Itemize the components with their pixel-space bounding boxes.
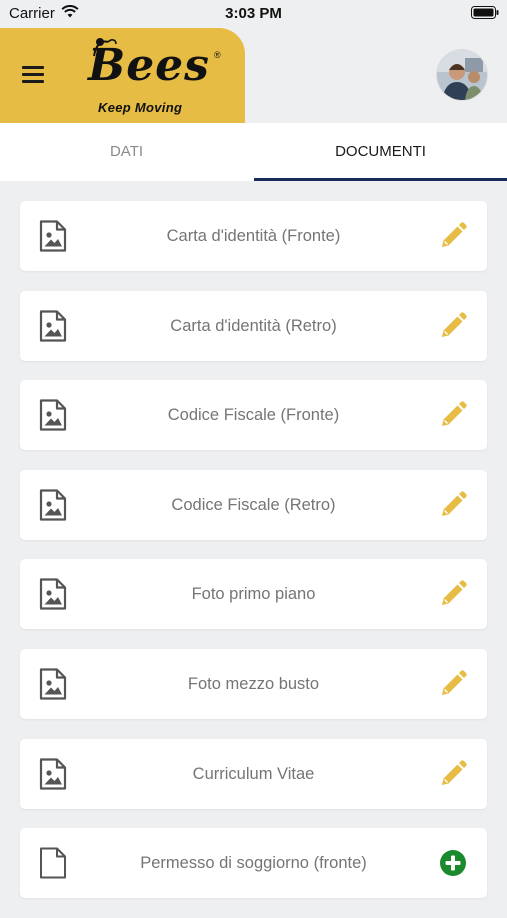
pencil-icon[interactable] <box>439 311 467 340</box>
list-item[interactable]: Permesso di soggiorno (fronte) <box>20 828 487 899</box>
image-file-icon <box>39 578 67 610</box>
pencil-icon[interactable] <box>439 222 467 250</box>
image-file-icon <box>39 489 67 521</box>
list-item[interactable]: Foto mezzo busto <box>20 648 487 719</box>
document-list: Carta d'identità (Fronte) Carta d'identi… <box>20 201 487 918</box>
logo-wordmark: Bees <box>88 40 210 91</box>
image-file-icon <box>39 399 67 431</box>
logo-tagline: Keep Moving <box>98 100 183 115</box>
tab-documenti[interactable]: DOCUMENTI <box>254 123 507 181</box>
list-item[interactable]: Curriculum Vitae <box>20 738 487 809</box>
image-file-icon <box>39 757 67 790</box>
registered-mark: ® <box>214 50 221 60</box>
list-item[interactable]: Codice Fiscale (Fronte) <box>20 380 487 451</box>
list-item[interactable]: Carta d'identità (Fronte) <box>20 201 487 271</box>
image-file-icon <box>39 309 67 342</box>
app-header: Bees ® Keep Moving <box>0 28 507 123</box>
hamburger-menu-icon[interactable] <box>22 66 44 84</box>
pencil-icon[interactable] <box>439 759 467 788</box>
pencil-icon[interactable] <box>439 491 467 519</box>
document-label: Codice Fiscale (Retro) <box>171 495 336 514</box>
image-file-icon <box>39 668 67 700</box>
document-label: Carta d'identità (Retro) <box>170 316 337 335</box>
user-avatar[interactable] <box>437 50 487 100</box>
document-label: Codice Fiscale (Fronte) <box>167 406 340 425</box>
battery-icon <box>471 6 499 23</box>
tab-bar: DATI DOCUMENTI <box>0 123 507 181</box>
pencil-icon[interactable] <box>439 670 467 698</box>
image-file-icon <box>39 220 67 252</box>
pencil-icon[interactable] <box>439 401 467 429</box>
status-bar: Carrier 3:03 PM <box>0 0 507 28</box>
document-label: Curriculum Vitae <box>192 764 315 783</box>
document-label: Foto mezzo busto <box>187 674 320 693</box>
document-label: Foto primo piano <box>191 585 316 604</box>
document-label: Carta d'identità (Fronte) <box>166 227 341 245</box>
blank-file-icon <box>40 847 66 879</box>
clock: 3:03 PM <box>225 5 282 22</box>
list-item[interactable]: Codice Fiscale (Retro) <box>20 469 487 540</box>
bees-logo: Bees ® Keep Moving <box>82 34 232 116</box>
pencil-icon[interactable] <box>439 580 467 608</box>
tab-dati[interactable]: DATI <box>0 123 253 181</box>
list-item[interactable]: Foto primo piano <box>20 559 487 630</box>
document-label: Permesso di soggiorno (fronte) <box>140 854 367 873</box>
brand-block: Bees ® Keep Moving <box>0 28 245 123</box>
list-item[interactable]: Carta d'identità (Retro) <box>20 290 487 361</box>
add-circle-icon[interactable] <box>439 849 467 877</box>
